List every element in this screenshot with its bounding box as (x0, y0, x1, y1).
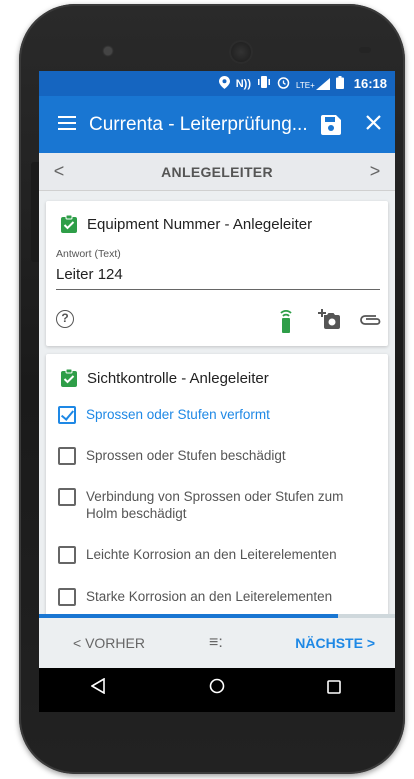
screen: N)) LTE+ 16:18 Currenta - Leiterprüfung.… (39, 71, 395, 712)
recents-icon[interactable] (327, 678, 341, 699)
checklist-item-label: Leichte Korrosion an den Leiterelementen (86, 547, 337, 562)
clipboard-check-icon (61, 368, 77, 387)
answer-text-field[interactable]: Leiter 124 (56, 264, 380, 290)
bottom-action-bar: < VORHER ≡: NÄCHSTE > (39, 618, 395, 668)
checklist-item-label: Sprossen oder Stufen verformt (86, 407, 270, 422)
app-bar: Currenta - Leiterprüfung... (39, 96, 395, 153)
overview-menu-icon[interactable]: ≡: (209, 634, 223, 652)
checklist-item[interactable]: Sprossen oder Stufen beschädigt (58, 447, 286, 465)
visual-check-card-header: Sichtkontrolle - Anlegeleiter (61, 368, 269, 387)
checklist-item[interactable]: Sprossen oder Stufen verformt (58, 406, 270, 424)
checklist-item[interactable]: Starke Korrosion an den Leiterelementen (58, 588, 332, 606)
nfc-icon: N)) (235, 77, 251, 90)
section-next-button[interactable]: > (355, 161, 395, 182)
equipment-card: Equipment Nummer - Anlegeleiter Antwort … (46, 201, 388, 346)
help-icon[interactable]: ? (56, 310, 74, 328)
checklist-item-label: Sprossen oder Stufen beschädigt (86, 448, 286, 463)
nfc-reader-icon[interactable] (278, 307, 294, 338)
section-nav: < ANLEGELEITER > (39, 153, 395, 191)
battery-icon (335, 75, 344, 92)
back-icon[interactable] (90, 677, 105, 699)
android-nav-bar (39, 668, 395, 712)
proximity-sensor (359, 47, 371, 53)
checkbox[interactable] (58, 588, 76, 606)
equipment-card-actions: ? (56, 307, 382, 334)
section-title: ANLEGELEITER (161, 163, 273, 180)
home-icon[interactable] (209, 678, 225, 699)
front-camera (104, 47, 112, 55)
visual-check-card: Sichtkontrolle - Anlegeleiter Sprossen o… (46, 354, 388, 624)
checklist-item[interactable]: Verbindung von Sprossen oder Stufen zum … (58, 488, 376, 522)
attachment-icon[interactable] (360, 313, 382, 331)
close-icon[interactable] (351, 113, 395, 136)
clipboard-check-icon (61, 214, 77, 233)
checklist-item-label: Starke Korrosion an den Leiterelementen (86, 589, 333, 604)
phone-frame: N)) LTE+ 16:18 Currenta - Leiterprüfung.… (19, 4, 405, 774)
earpiece-speaker (229, 40, 253, 64)
section-prev-button[interactable]: < (39, 161, 79, 182)
add-photo-icon[interactable] (318, 309, 340, 334)
checkbox[interactable] (58, 488, 76, 506)
vibrate-icon (257, 76, 271, 91)
menu-icon[interactable] (45, 113, 89, 136)
alarm-icon (277, 76, 290, 92)
lte-signal-icon: LTE+ (296, 77, 330, 90)
app-title: Currenta - Leiterprüfung... (89, 113, 308, 135)
status-bar: N)) LTE+ 16:18 (39, 71, 395, 96)
save-icon[interactable] (311, 114, 351, 135)
previous-button[interactable]: < VORHER (73, 635, 145, 651)
clock: 16:18 (353, 76, 387, 91)
location-icon (218, 75, 230, 92)
checkbox[interactable] (58, 546, 76, 564)
next-button[interactable]: NÄCHSTE > (295, 635, 375, 651)
equipment-card-title: Equipment Nummer - Anlegeleiter (87, 215, 313, 233)
equipment-card-header: Equipment Nummer - Anlegeleiter (61, 214, 313, 233)
lte-label: LTE+ (296, 80, 315, 90)
answer-label: Antwort (Text) (56, 248, 121, 260)
checkbox-checked[interactable] (58, 406, 76, 424)
visual-check-card-title: Sichtkontrolle - Anlegeleiter (87, 369, 269, 387)
checklist-item[interactable]: Leichte Korrosion an den Leiterelementen (58, 546, 337, 564)
checklist-item-label: Verbindung von Sprossen oder Stufen zum … (86, 489, 344, 521)
checkbox[interactable] (58, 447, 76, 465)
